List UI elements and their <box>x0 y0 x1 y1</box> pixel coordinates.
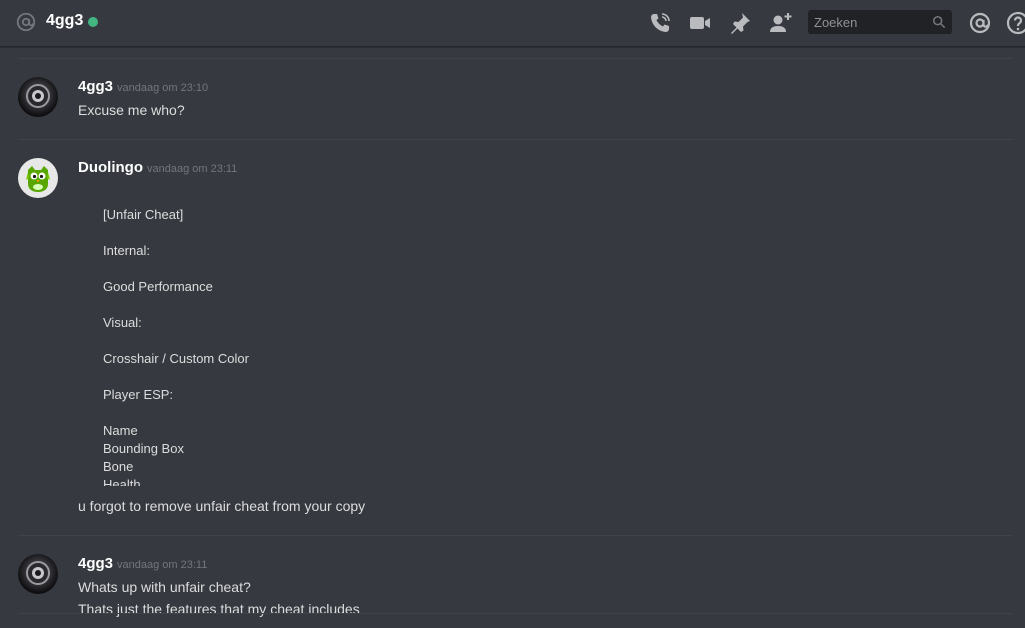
at-icon <box>16 12 36 32</box>
pin-icon[interactable] <box>728 11 752 35</box>
code-block: [Unfair Cheat] Internal: Good Performanc… <box>78 206 478 486</box>
embed-line: Name <box>103 423 138 438</box>
dark-helmet-avatar-icon <box>26 561 50 585</box>
embed-line: Internal: <box>103 243 150 258</box>
message-timestamp: vandaag om 23:11 <box>117 559 208 571</box>
search-input[interactable] <box>808 10 932 34</box>
embed-line: Good Performance <box>103 279 213 294</box>
call-icon[interactable] <box>648 11 672 35</box>
message-author[interactable]: Duolingo vandaag om 23:11 <box>78 159 237 176</box>
embed-blank-line <box>103 296 249 314</box>
author-name[interactable]: 4gg3 <box>78 78 113 95</box>
avatar[interactable] <box>18 158 58 198</box>
embed-blank-line <box>103 404 249 422</box>
embed-blank-line <box>103 224 249 242</box>
embed-line: Bounding Box <box>103 441 184 456</box>
help-icon[interactable] <box>1006 11 1025 35</box>
dark-helmet-avatar-icon <box>26 84 50 108</box>
message-divider <box>18 139 1013 140</box>
message-author[interactable]: 4gg3 vandaag om 23:11 <box>78 555 207 572</box>
message-divider <box>18 535 1013 536</box>
embed-line: Visual: <box>103 315 142 330</box>
message-divider <box>18 58 1013 59</box>
message-divider <box>18 613 1013 614</box>
video-icon[interactable] <box>688 11 712 35</box>
message-text: Excuse me who? <box>78 102 185 118</box>
embed-line: [Unfair Cheat] <box>103 207 184 222</box>
embed-line: Bone <box>103 459 134 474</box>
embed-blank-line <box>103 332 249 350</box>
online-status-dot <box>88 17 98 27</box>
author-name[interactable]: 4gg3 <box>78 555 113 572</box>
message-author[interactable]: 4gg3 vandaag om 23:10 <box>78 78 208 95</box>
add-friend-icon[interactable] <box>768 11 792 35</box>
message-timestamp: vandaag om 23:10 <box>117 82 209 94</box>
message-text: Whats up with unfair cheat? <box>78 579 251 595</box>
embed-content: [Unfair Cheat] Internal: Good Performanc… <box>103 206 249 486</box>
channel-header: 4gg3 <box>0 0 1025 47</box>
embed-blank-line <box>103 260 249 278</box>
embed-line: Crosshair / Custom Color <box>103 351 249 366</box>
duolingo-owl-icon <box>26 166 50 192</box>
message-timestamp: vandaag om 23:11 <box>146 163 238 175</box>
search-box[interactable] <box>808 10 952 34</box>
search-icon[interactable] <box>932 15 946 29</box>
avatar[interactable] <box>18 77 58 117</box>
embed-line: Player ESP: <box>103 387 174 402</box>
message-list[interactable]: 4gg3 vandaag om 23:10 Excuse me who? Duol… <box>0 47 1025 628</box>
channel-name: 4gg3 <box>46 12 84 29</box>
author-name[interactable]: Duolingo <box>78 159 143 176</box>
message-text: Thats just the features that my cheat in… <box>78 601 360 617</box>
mention-icon[interactable] <box>968 11 992 35</box>
message-text: u forgot to remove unfair cheat from you… <box>78 498 366 514</box>
embed-blank-line <box>103 368 249 386</box>
embed-line: Health <box>103 477 141 486</box>
avatar[interactable] <box>18 554 58 594</box>
